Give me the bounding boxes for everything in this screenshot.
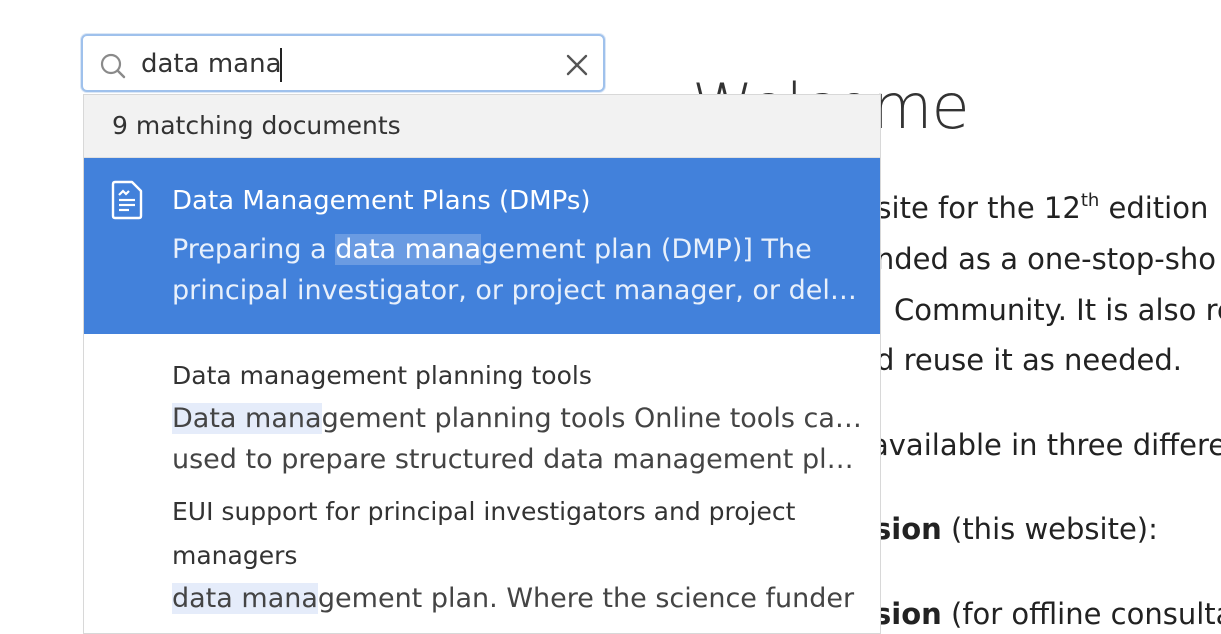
paragraph-line: bsite for the 12th edition (858, 190, 1209, 225)
search-input[interactable] (141, 46, 551, 82)
search-hit[interactable]: Data management planning tools Data mana… (84, 334, 880, 480)
paragraph-line: d reuse it as needed. (876, 343, 1182, 377)
hit-title: EUI support for principal investigators … (172, 497, 796, 570)
paragraph-line: available in three differen (871, 428, 1221, 462)
paragraph-line: sion (for offline consultat (874, 597, 1221, 631)
text-caret (280, 48, 282, 82)
paragraph-line: ended as a one-stop-sho (858, 242, 1216, 276)
search-box[interactable] (81, 34, 605, 92)
hit-snippet: Data management planning tools Online to… (172, 403, 870, 475)
close-icon[interactable] (564, 52, 590, 78)
hit-title: Data management planning tools (172, 361, 592, 390)
hit-snippet: Preparing a data management plan (DMP)] … (172, 234, 870, 306)
search-results-dropdown: 9 matching documents Data Management Pla… (83, 94, 881, 634)
search-hit[interactable]: EUI support for principal investigators … (84, 480, 880, 619)
search-hit[interactable]: Data Management Plans (DMPs) Preparing a… (84, 158, 880, 334)
hit-title: Data Management Plans (DMPs) (172, 186, 591, 216)
paragraph-line: sion (this website): (874, 512, 1158, 546)
search-icon (100, 53, 126, 79)
document-icon (111, 180, 143, 220)
paragraph-line: Community. It is also re (894, 293, 1221, 327)
results-count: 9 matching documents (84, 95, 880, 158)
hit-snippet: data management plan. Where the science … (172, 583, 855, 614)
